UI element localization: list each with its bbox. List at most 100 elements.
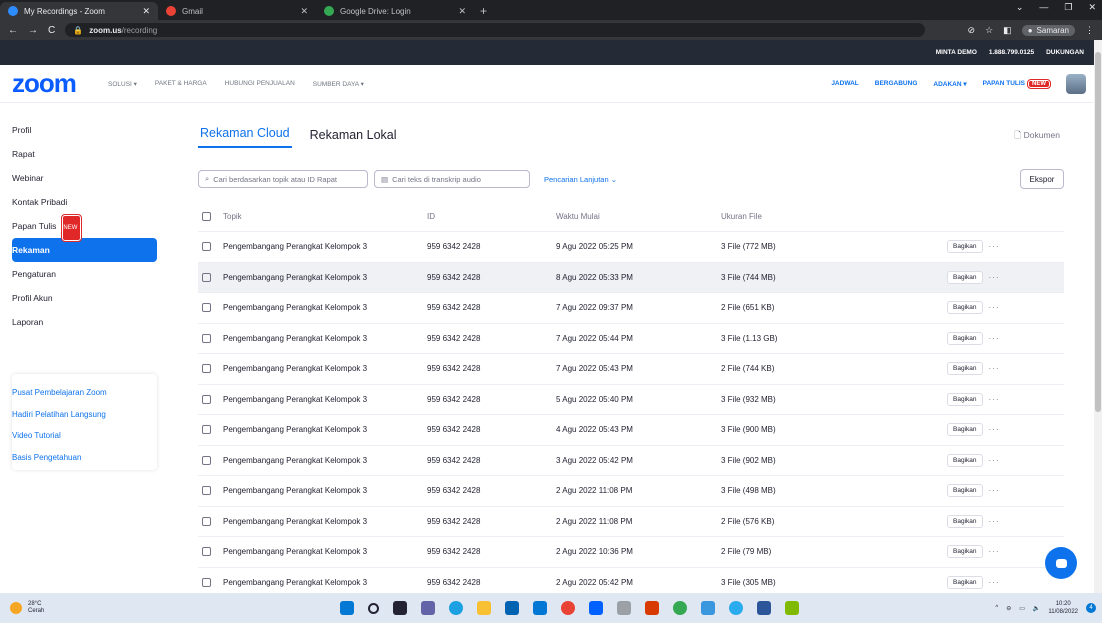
- zoom-logo[interactable]: zoom: [12, 68, 84, 99]
- row-topic-link[interactable]: Pengembangang Perangkat Kelompok 3: [223, 303, 427, 312]
- eye-off-icon[interactable]: ⊘: [968, 25, 976, 36]
- row-topic-link[interactable]: Pengembangang Perangkat Kelompok 3: [223, 395, 427, 404]
- more-options-icon[interactable]: ···: [989, 456, 1000, 465]
- schedule-link[interactable]: JADWAL: [831, 80, 858, 87]
- table-row[interactable]: Pengembangang Perangkat Kelompok 3 959 63…: [198, 446, 1064, 476]
- row-topic-link[interactable]: Pengembangang Perangkat Kelompok 3: [223, 273, 427, 282]
- sidebar-item-whiteboard[interactable]: Papan Tulis NEW: [12, 214, 157, 242]
- close-tab-icon[interactable]: ✕: [458, 6, 466, 17]
- share-button[interactable]: Bagikan: [947, 392, 983, 406]
- whiteboard-link[interactable]: PAPAN TULIS NEW: [983, 79, 1051, 89]
- sidebar-item-personal-contacts[interactable]: Kontak Pribadi: [12, 190, 157, 214]
- row-checkbox[interactable]: [202, 242, 211, 252]
- file-explorer-icon[interactable]: [477, 601, 491, 615]
- table-row[interactable]: Pengembangang Perangkat Kelompok 3 959 63…: [198, 232, 1064, 263]
- display-icon[interactable]: ▭: [1019, 605, 1025, 612]
- share-button[interactable]: Bagikan: [947, 240, 983, 254]
- row-checkbox[interactable]: [202, 364, 211, 374]
- scrollbar-thumb[interactable]: [1095, 52, 1101, 412]
- sidebar-item-account-profile[interactable]: Profil Akun: [12, 286, 157, 310]
- video-tutorials-link[interactable]: Video Tutorial: [12, 425, 157, 447]
- tab-cloud-recordings[interactable]: Rekaman Cloud: [198, 126, 292, 148]
- app-icon[interactable]: [617, 601, 631, 615]
- star-icon[interactable]: ☆: [985, 25, 993, 36]
- row-topic-link[interactable]: Pengembangang Perangkat Kelompok 3: [223, 334, 427, 343]
- more-options-icon[interactable]: ···: [989, 486, 1000, 495]
- clock[interactable]: 10:20 11/08/2022: [1048, 600, 1078, 616]
- nav-contact-sales[interactable]: HUBUNGI PENJUALAN: [225, 80, 295, 88]
- nav-resources[interactable]: SUMBER DAYA ▾: [313, 80, 364, 88]
- reload-icon[interactable]: C: [48, 25, 55, 36]
- menu-icon[interactable]: ⋮: [1085, 25, 1094, 36]
- share-button[interactable]: Bagikan: [947, 453, 983, 467]
- more-options-icon[interactable]: ···: [989, 517, 1000, 526]
- row-topic-link[interactable]: Pengembangang Perangkat Kelompok 3: [223, 517, 427, 526]
- sidebar-item-meetings[interactable]: Rapat: [12, 142, 157, 166]
- row-checkbox[interactable]: [202, 577, 211, 587]
- share-button[interactable]: Bagikan: [947, 362, 983, 376]
- store-icon[interactable]: [505, 601, 519, 615]
- advanced-search-link[interactable]: Pencarian Lanjutan ⌄: [544, 175, 617, 184]
- row-checkbox[interactable]: [202, 516, 211, 526]
- table-row[interactable]: Pengembangang Perangkat Kelompok 3 959 63…: [198, 507, 1064, 537]
- join-link[interactable]: BERGABUNG: [875, 80, 918, 87]
- close-window-icon[interactable]: ✕: [1088, 2, 1096, 13]
- more-options-icon[interactable]: ···: [989, 425, 1000, 434]
- windows-start-icon[interactable]: [340, 601, 354, 615]
- share-button[interactable]: Bagikan: [947, 301, 983, 315]
- share-button[interactable]: Bagikan: [947, 331, 983, 345]
- table-row[interactable]: Pengembangang Perangkat Kelompok 3 959 63…: [198, 293, 1064, 324]
- new-tab-icon[interactable]: +: [480, 2, 487, 20]
- network-icon[interactable]: ⊖: [1006, 605, 1011, 612]
- export-button[interactable]: Ekspor: [1020, 169, 1064, 189]
- close-tab-icon[interactable]: ✕: [142, 6, 150, 17]
- table-row[interactable]: Pengembangang Perangkat Kelompok 3 959 63…: [198, 476, 1064, 507]
- share-button[interactable]: Bagikan: [947, 575, 983, 589]
- more-options-icon[interactable]: ···: [989, 242, 1000, 251]
- sidebar-item-profile[interactable]: Profil: [12, 118, 157, 142]
- row-topic-link[interactable]: Pengembangang Perangkat Kelompok 3: [223, 242, 427, 251]
- close-tab-icon[interactable]: ✕: [300, 6, 308, 17]
- row-checkbox[interactable]: [202, 303, 211, 313]
- more-options-icon[interactable]: ···: [989, 547, 1000, 556]
- mail-icon[interactable]: [533, 601, 547, 615]
- row-checkbox[interactable]: [202, 272, 211, 282]
- nav-plans-pricing[interactable]: PAKET & HARGA: [155, 80, 207, 88]
- table-row[interactable]: Pengembangang Perangkat Kelompok 3 959 63…: [198, 354, 1064, 385]
- sidebar-item-webinar[interactable]: Webinar: [12, 166, 157, 190]
- documents-link[interactable]: 🗋 Dokumen: [1014, 130, 1060, 144]
- nav-solutions[interactable]: SOLUSI ▾: [108, 80, 137, 88]
- table-row[interactable]: Pengembangang Perangkat Kelompok 3 959 63…: [198, 415, 1064, 446]
- tab-gmail[interactable]: Gmail ✕: [158, 2, 316, 20]
- table-row[interactable]: Pengembangang Perangkat Kelompok 3 959 63…: [198, 262, 1064, 293]
- more-options-icon[interactable]: ···: [989, 395, 1000, 404]
- chat-app-icon[interactable]: [421, 601, 435, 615]
- more-options-icon[interactable]: ···: [989, 334, 1000, 343]
- avatar[interactable]: [1066, 73, 1086, 94]
- row-checkbox[interactable]: [202, 425, 211, 435]
- page-scrollbar[interactable]: [1094, 40, 1102, 593]
- chrome-red-icon[interactable]: [561, 601, 575, 615]
- row-topic-link[interactable]: Pengembangang Perangkat Kelompok 3: [223, 456, 427, 465]
- forward-icon[interactable]: →: [28, 25, 38, 36]
- row-checkbox[interactable]: [202, 394, 211, 404]
- more-options-icon[interactable]: ···: [989, 273, 1000, 282]
- back-icon[interactable]: ←: [8, 25, 18, 36]
- chevron-up-icon[interactable]: ^: [995, 605, 998, 611]
- support-link[interactable]: DUKUNGAN: [1046, 49, 1084, 56]
- row-checkbox[interactable]: [202, 547, 211, 557]
- live-training-link[interactable]: Hadiri Pelatihan Langsung: [12, 404, 157, 426]
- sidebar-item-settings[interactable]: Pengaturan: [12, 262, 157, 286]
- notification-badge[interactable]: 4: [1086, 603, 1096, 613]
- row-checkbox[interactable]: [202, 455, 211, 465]
- more-options-icon[interactable]: ···: [989, 364, 1000, 373]
- task-view-icon[interactable]: [393, 601, 407, 615]
- row-topic-link[interactable]: Pengembangang Perangkat Kelompok 3: [223, 547, 427, 556]
- topic-search-input[interactable]: ⌕ Cari berdasarkan topik atau ID Rapat: [198, 170, 368, 188]
- tab-search-icon[interactable]: ⌄: [1016, 2, 1024, 13]
- transcript-search-input[interactable]: ▤ Cari teks di transkrip audio: [374, 170, 530, 188]
- tab-drive[interactable]: Google Drive: Login ✕: [316, 2, 474, 20]
- phone-link[interactable]: 1.888.799.0125: [989, 49, 1034, 56]
- row-topic-link[interactable]: Pengembangang Perangkat Kelompok 3: [223, 364, 427, 373]
- table-row[interactable]: Pengembangang Perangkat Kelompok 3 959 63…: [198, 385, 1064, 415]
